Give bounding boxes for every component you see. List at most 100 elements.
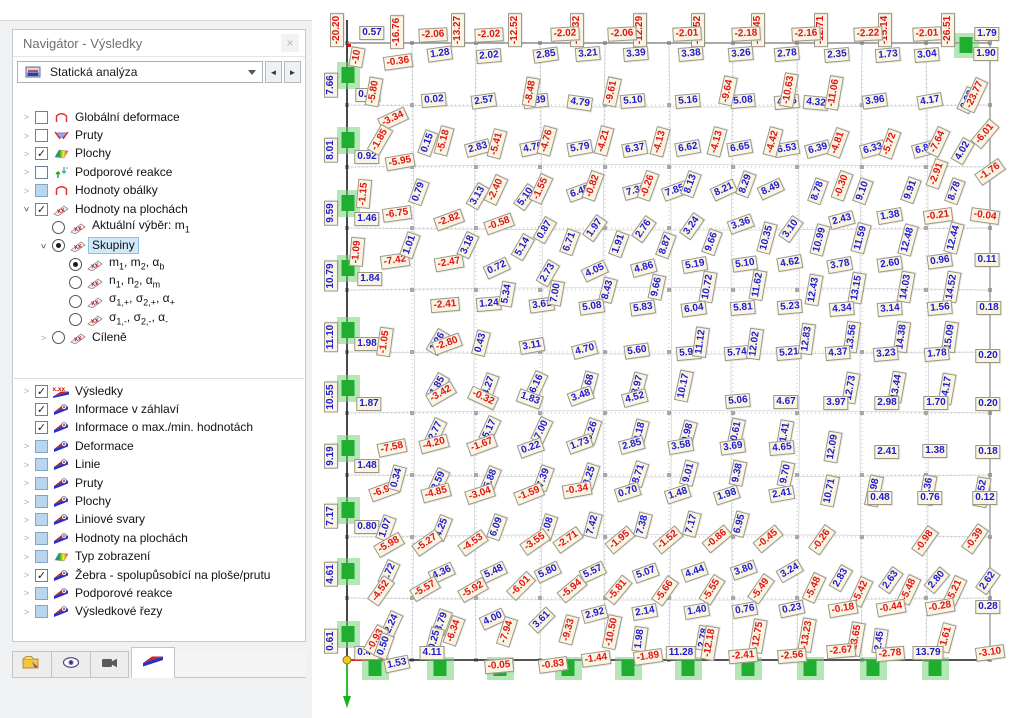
tree-item[interactable]: > Plochy [14,492,304,510]
radio-button[interactable] [69,312,82,326]
expand-icon[interactable]: > [20,131,33,141]
checkbox[interactable] [35,458,48,472]
tree-item-label: Výsledky [75,383,124,398]
checkbox[interactable]: ✓ [35,568,48,582]
tree-item-label: Liniové svary [75,512,146,527]
expand-icon[interactable]: > [20,149,33,159]
navigator-tab-camera[interactable] [90,651,129,678]
checkbox[interactable] [35,439,48,453]
checkbox[interactable] [35,476,48,490]
checkbox[interactable] [35,129,48,143]
expand-icon[interactable]: > [20,497,33,507]
checkbox[interactable]: ✓ [35,384,48,398]
value-label: 0.76 [917,491,943,505]
expand-icon[interactable]: > [20,186,33,196]
prev-loadcase-button[interactable]: ◄ [265,61,282,83]
analysis-type-select[interactable]: Statická analýza [17,61,263,83]
info-flag-icon [52,568,70,582]
value-label: 2.35 [823,46,851,64]
tree-item[interactable]: >xxσ1,+, σ2,+, α+ [14,291,304,310]
expand-icon[interactable]: > [20,460,33,470]
tree-item[interactable]: >✓Informace v záhlaví [14,400,304,418]
next-loadcase-button[interactable]: ► [284,61,301,83]
close-icon[interactable]: × [281,34,299,52]
expand-icon[interactable]: > [20,515,33,525]
value-label: 1.38 [922,444,948,458]
tree-item[interactable]: >xxAktuální výběr: m1 [14,218,304,236]
tree-item[interactable]: > ✓ Plochy [14,145,304,163]
value-label: 5.10 [619,92,647,110]
value-label: 3.14 [876,300,904,318]
checkbox[interactable]: ✓ [35,147,48,161]
tree-item[interactable]: > ✓ Žebra - spolupůsobící na ploše/prutu [14,566,304,584]
radio-button[interactable] [69,276,82,290]
expand-icon[interactable]: > [20,478,33,488]
tree-item[interactable]: >xxσ1,-, σ2,-, α- [14,310,304,328]
checkbox[interactable] [35,605,48,619]
checkbox[interactable] [35,513,48,527]
tree-item[interactable]: > xx Skupiny [14,237,304,255]
tree-item[interactable]: > ✓ xx Hodnoty na plochách [14,200,304,218]
value-label: 5.16 [674,92,702,110]
expand-icon[interactable]: > [20,588,33,598]
expand-icon[interactable]: > [20,441,33,451]
navigator-tab-results-wedge[interactable] [131,647,175,678]
value-label: 1.90 [973,47,999,61]
tree-item[interactable]: >xxn1, n2, αm [14,273,304,292]
expand-icon[interactable]: > [20,533,33,543]
checkbox[interactable] [35,495,48,509]
expand-icon[interactable]: > [20,570,33,580]
tree-item[interactable]: > Pruty [14,126,304,144]
checkbox[interactable] [35,184,48,198]
info-flag-icon [52,476,70,490]
checkbox[interactable] [35,531,48,545]
value-label: -2.18 [731,26,761,42]
checkbox[interactable] [35,586,48,600]
expand-icon[interactable]: > [37,333,50,343]
support-marker-inner [341,563,355,579]
support-marker-inner [866,660,880,676]
tree-item[interactable]: > ✓ x.xx Výsledky [14,382,304,400]
tree-item[interactable]: > Podporové reakce [14,163,304,181]
checkbox[interactable]: ✓ [35,421,48,435]
tree-item-label: σ1,-, σ2,-, α- [109,309,169,327]
expand-icon[interactable]: > [20,386,33,396]
radio-button[interactable] [52,331,65,345]
checkbox[interactable]: ✓ [35,202,48,216]
expand-icon[interactable]: > [20,112,33,122]
value-label: 1.79 [974,27,1000,41]
deformation-arc-icon [52,184,70,198]
expand-icon[interactable]: > [20,607,33,617]
radio-button[interactable] [52,221,65,235]
radio-button[interactable] [52,239,65,253]
tree-item[interactable]: > Liniové svary [14,511,304,529]
tree-item[interactable]: > xx Cíleně [14,329,304,347]
tree-item[interactable]: > Deformace [14,437,304,455]
collapse-icon[interactable]: > [39,239,49,252]
expand-icon[interactable]: > [20,552,33,562]
checkbox[interactable]: ✓ [35,403,48,417]
member-diagram-icon [52,129,70,143]
tree-item[interactable]: > Linie [14,456,304,474]
tree-item[interactable]: >✓Informace o max./min. hodnotách [14,419,304,437]
collapse-icon[interactable]: > [22,203,32,216]
tree-item[interactable]: > Hodnoty obálky [14,182,304,200]
tree-item[interactable]: >xxm1, m2, αb [14,255,304,273]
tree-item[interactable]: > Podporové reakce [14,584,304,602]
value-label: 0.61 [324,628,338,654]
tree-item[interactable]: > Výsledkové řezy [14,603,304,621]
radio-button[interactable] [69,257,82,271]
support-marker-inner [621,660,635,676]
radio-button[interactable] [69,294,82,308]
expand-icon[interactable]: > [20,167,33,177]
checkbox[interactable] [35,110,48,124]
checkbox[interactable] [35,550,48,564]
tree-item[interactable]: > Hodnoty na plochách [14,529,304,547]
fem-results-viewport[interactable]: -20.20-16.76-13.27-12.52-12.32-12.29-12.… [312,0,1013,717]
navigator-tab-folder-open[interactable] [12,651,51,678]
tree-item[interactable]: > Typ zobrazení [14,548,304,566]
tree-item[interactable]: > Pruty [14,474,304,492]
navigator-tab-eye[interactable] [51,651,90,678]
tree-item[interactable]: > Globální deformace [14,108,304,126]
checkbox[interactable] [35,165,48,179]
